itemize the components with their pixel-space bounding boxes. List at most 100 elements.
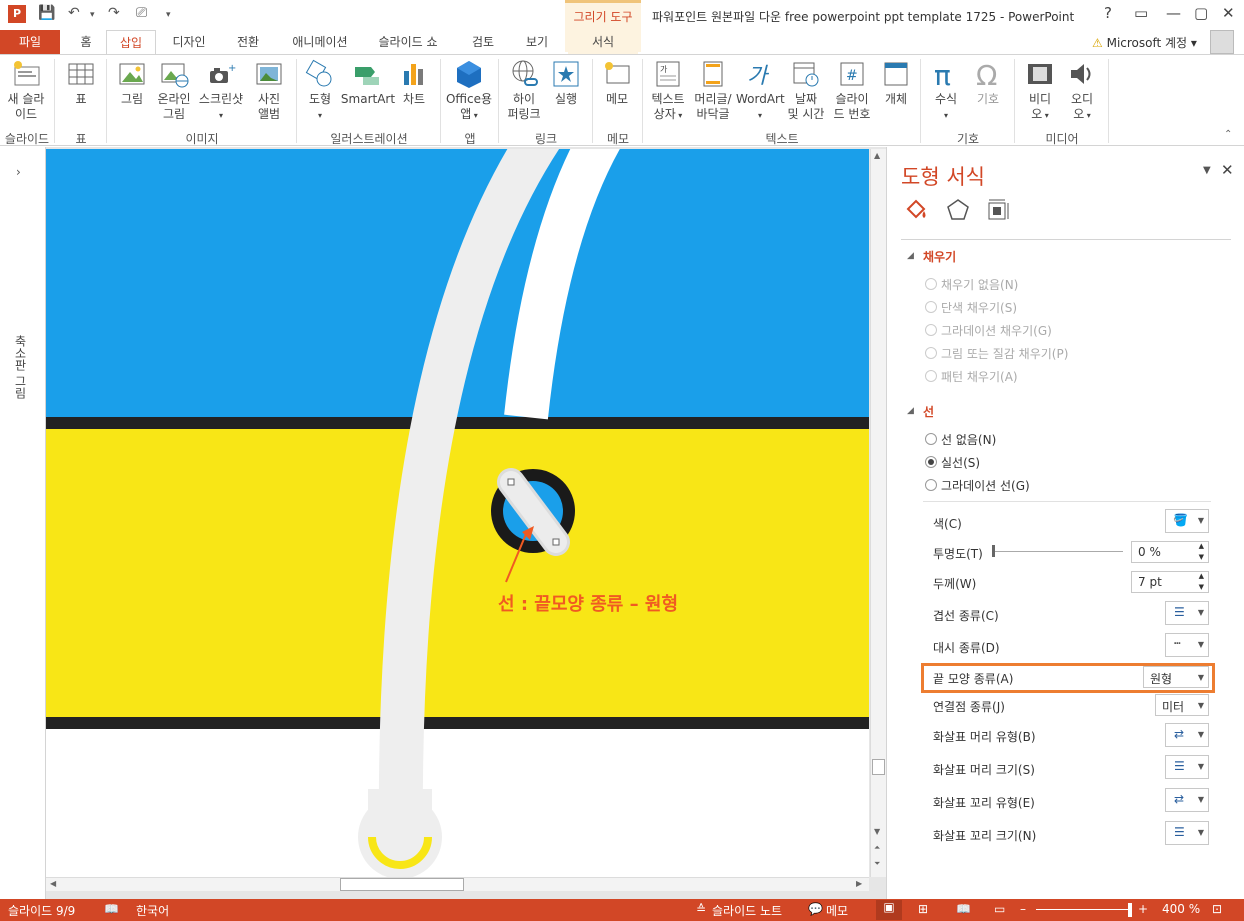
- join-type-select[interactable]: 미터 ▼: [1155, 694, 1209, 716]
- object-button[interactable]: 개체: [878, 59, 914, 107]
- header-footer-button[interactable]: 머리글/ 바닥글: [690, 59, 736, 122]
- notes-button[interactable]: 슬라이드 노트: [712, 902, 782, 919]
- previous-slide-icon[interactable]: ⏶: [874, 843, 880, 853]
- minimize-icon[interactable]: —: [1166, 4, 1181, 22]
- line-gradient-radio[interactable]: [925, 479, 937, 491]
- hyperlink-button[interactable]: 하이 퍼링크: [502, 59, 546, 122]
- tab-animations[interactable]: 애니메이션: [280, 30, 360, 54]
- width-spinner-icon[interactable]: ▲ ▼: [1199, 571, 1204, 593]
- pane-close-icon[interactable]: ✕: [1221, 161, 1234, 179]
- fill-pattern-radio[interactable]: [925, 370, 937, 382]
- audio-button[interactable]: 오디 오 ▾: [1062, 59, 1102, 123]
- fit-to-window-icon[interactable]: ⊡: [1212, 902, 1222, 916]
- zoom-in-icon[interactable]: +: [1138, 902, 1148, 916]
- scroll-thumb[interactable]: [872, 759, 885, 775]
- transparency-spinner-icon[interactable]: ▲ ▼: [1199, 541, 1204, 563]
- line-solid-radio[interactable]: [925, 456, 937, 468]
- photo-album-button[interactable]: 사진 앨범: [248, 59, 290, 122]
- horizontal-scrollbar[interactable]: ◀ ▶: [46, 877, 869, 891]
- customize-qat-icon[interactable]: ▾: [166, 10, 171, 20]
- office-apps-button[interactable]: Office용 앱 ▾: [444, 59, 494, 123]
- thumbnail-pane-collapsed[interactable]: › 축소판 그림: [0, 147, 46, 899]
- begin-arrow-type-picker[interactable]: ⇄ ▼: [1165, 723, 1209, 747]
- tab-design[interactable]: 디자인: [160, 30, 218, 54]
- smartart-button[interactable]: SmartArt: [340, 59, 396, 107]
- tab-slideshow[interactable]: 슬라이드 쇼: [368, 30, 448, 54]
- width-input[interactable]: 7 pt ▲ ▼: [1131, 571, 1209, 593]
- line-collapse-icon[interactable]: ◢: [907, 406, 914, 416]
- account-label[interactable]: ⚠ Microsoft 계정 ▾: [1092, 34, 1197, 51]
- size-properties-icon[interactable]: [985, 197, 1011, 223]
- scroll-right-icon[interactable]: ▶: [856, 879, 862, 888]
- fill-section-title[interactable]: 채우기: [923, 248, 956, 265]
- textbox-button[interactable]: 가 텍스트 상자 ▾: [646, 59, 690, 123]
- line-section-title[interactable]: 선: [923, 403, 934, 420]
- tab-home[interactable]: 홈: [66, 30, 106, 54]
- dash-type-picker[interactable]: ┅ ▼: [1165, 633, 1209, 657]
- expand-thumbnails-icon[interactable]: ›: [16, 165, 21, 179]
- online-pictures-button[interactable]: 온라인 그림: [152, 59, 196, 122]
- table-button[interactable]: 표: [62, 59, 100, 107]
- undo-dropdown-icon[interactable]: ▾: [90, 10, 95, 20]
- chart-button[interactable]: 차트: [396, 59, 432, 107]
- end-arrow-type-picker[interactable]: ⇄ ▼: [1165, 788, 1209, 812]
- fill-solid-radio[interactable]: [925, 301, 937, 313]
- video-button[interactable]: 비디 오 ▾: [1020, 59, 1060, 123]
- begin-arrow-size-picker[interactable]: ☰ ▼: [1165, 755, 1209, 779]
- shapes-button[interactable]: 도형 ▾: [302, 59, 338, 123]
- normal-view-icon[interactable]: ▣: [876, 900, 902, 920]
- ribbon-display-options-icon[interactable]: ▭: [1134, 4, 1148, 22]
- save-icon[interactable]: 💾: [38, 5, 55, 21]
- comments-icon[interactable]: 💬: [808, 902, 823, 916]
- zoom-slider[interactable]: [1036, 909, 1132, 910]
- fill-collapse-icon[interactable]: ◢: [907, 251, 914, 261]
- slide[interactable]: 선 : 끝모양 종류 – 원형: [46, 149, 869, 877]
- redo-icon[interactable]: ↷: [108, 5, 120, 21]
- date-time-button[interactable]: 날짜 및 시간: [786, 59, 826, 122]
- language-indicator[interactable]: 한국어: [136, 902, 169, 919]
- wordart-button[interactable]: 가 WordArt ▾: [736, 59, 785, 123]
- fill-line-icon[interactable]: [903, 197, 929, 223]
- slide-sorter-icon[interactable]: ⊞: [918, 902, 928, 916]
- maximize-icon[interactable]: ▢: [1194, 4, 1208, 22]
- help-icon[interactable]: ?: [1104, 4, 1112, 22]
- cap-type-select[interactable]: 원형 ▼: [1143, 666, 1209, 688]
- tab-review[interactable]: 검토: [458, 30, 508, 54]
- scroll-up-icon[interactable]: ▲: [874, 151, 880, 160]
- line-none-radio[interactable]: [925, 433, 937, 445]
- pane-options-icon[interactable]: ▼: [1203, 165, 1211, 176]
- zoom-out-icon[interactable]: –: [1020, 902, 1026, 916]
- close-icon[interactable]: ✕: [1222, 4, 1235, 22]
- new-slide-button[interactable]: 새 슬라 이드: [4, 59, 48, 122]
- symbol-button[interactable]: Ω 기호: [968, 59, 1008, 107]
- collapse-ribbon-icon[interactable]: ⌃: [1224, 129, 1232, 140]
- slide-number-button[interactable]: # 슬라이 드 번호: [830, 59, 874, 122]
- scroll-down-icon[interactable]: ▼: [874, 827, 880, 836]
- undo-icon[interactable]: ↶: [68, 5, 80, 21]
- tab-file[interactable]: 파일: [0, 30, 60, 54]
- pictures-button[interactable]: 그림: [114, 59, 150, 107]
- equation-button[interactable]: π 수식 ▾: [926, 59, 966, 123]
- tab-format[interactable]: 서식: [568, 30, 638, 54]
- action-button[interactable]: 실행: [548, 59, 584, 107]
- comment-button[interactable]: 메모: [598, 59, 636, 107]
- transparency-slider[interactable]: [993, 551, 1123, 552]
- start-from-beginning-icon[interactable]: ⎚: [136, 5, 147, 21]
- tab-transitions[interactable]: 전환: [222, 30, 274, 54]
- end-arrow-size-picker[interactable]: ☰ ▼: [1165, 821, 1209, 845]
- scroll-left-icon[interactable]: ◀: [50, 879, 56, 888]
- fill-gradient-radio[interactable]: [925, 324, 937, 336]
- effects-icon[interactable]: [945, 197, 971, 223]
- notes-icon[interactable]: ≙: [696, 902, 706, 916]
- tab-view[interactable]: 보기: [512, 30, 562, 54]
- reading-view-icon[interactable]: 📖: [956, 902, 971, 916]
- avatar[interactable]: [1210, 30, 1234, 54]
- compound-type-picker[interactable]: ☰ ▼: [1165, 601, 1209, 625]
- hscroll-thumb[interactable]: [340, 878, 464, 891]
- transparency-slider-thumb[interactable]: [992, 545, 995, 557]
- fill-picture-radio[interactable]: [925, 347, 937, 359]
- vertical-scrollbar[interactable]: ▲ ▼ ⏶ ⏷: [870, 149, 886, 877]
- screenshot-button[interactable]: + 스크린샷 ▾: [196, 59, 246, 123]
- comments-button[interactable]: 메모: [826, 902, 848, 919]
- zoom-level[interactable]: 400 %: [1162, 902, 1200, 916]
